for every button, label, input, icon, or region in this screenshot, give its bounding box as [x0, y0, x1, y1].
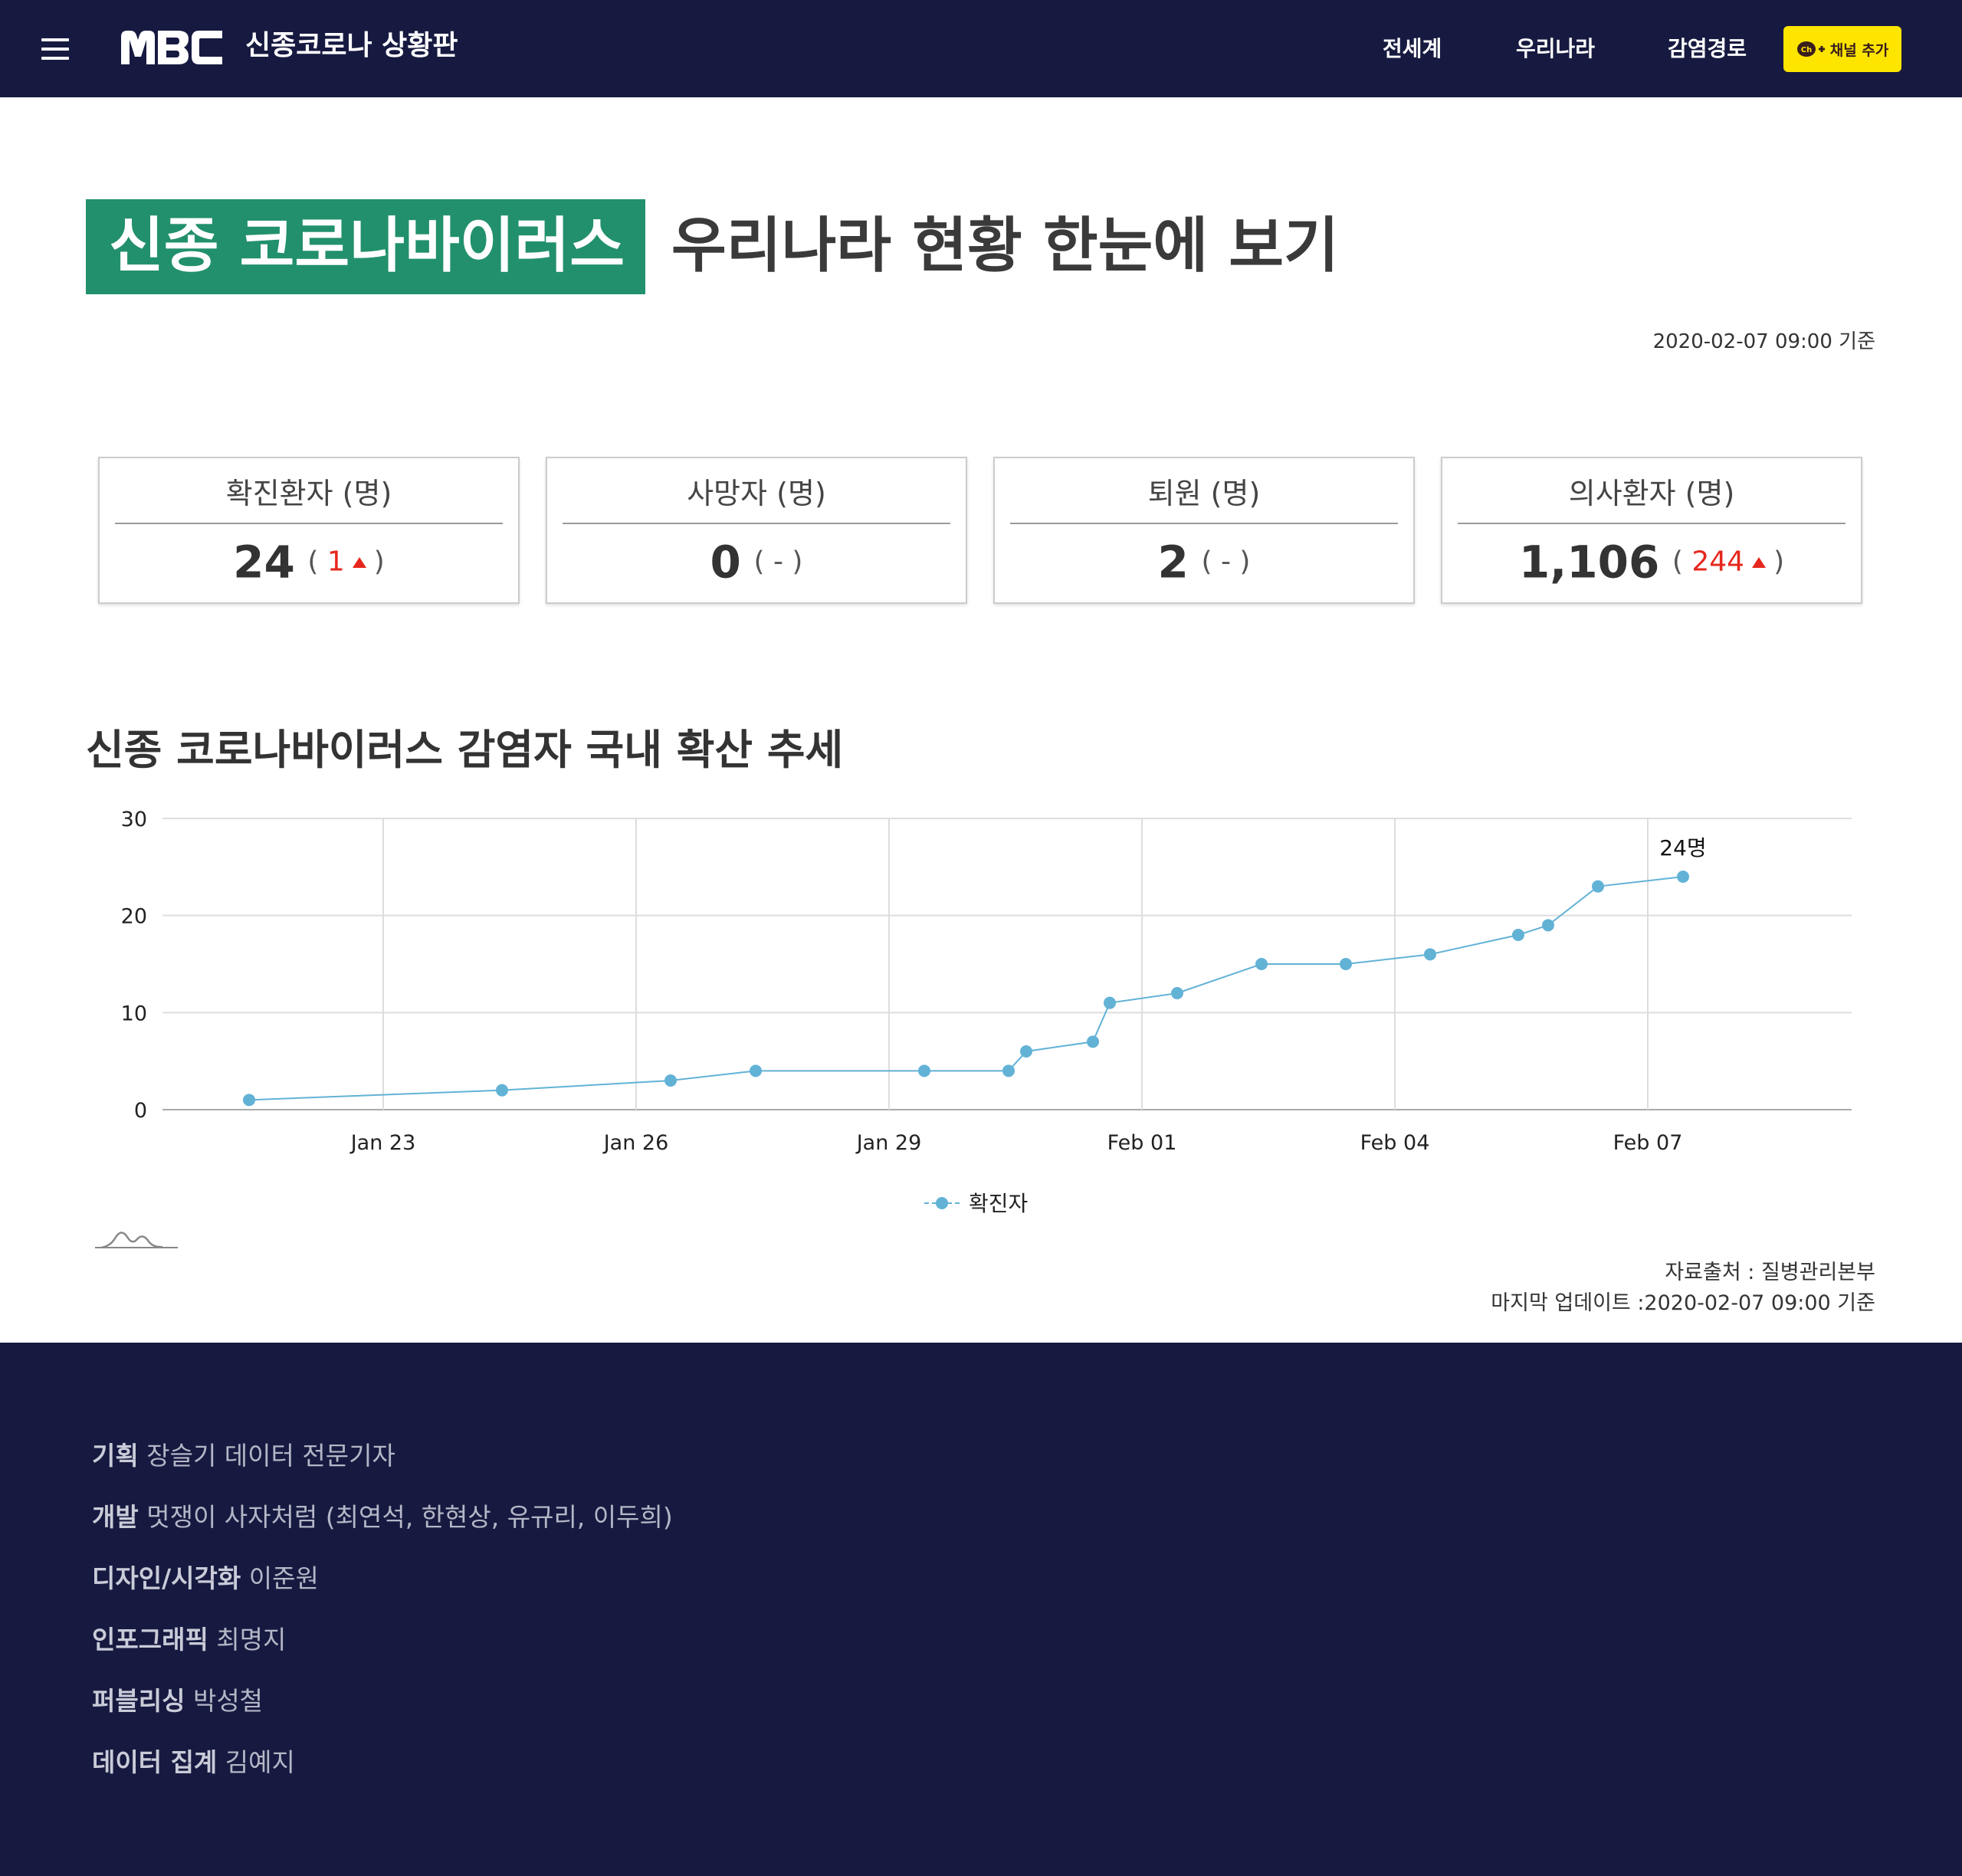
stat-value: 24 — [233, 536, 295, 589]
last-value-label: 24명 — [1659, 835, 1706, 861]
stat-label: 확진환자 (명) — [115, 472, 503, 524]
last-updated: 마지막 업데이트 :2020-02-07 09:00 기준 — [1491, 1291, 1875, 1315]
data-point — [918, 1064, 930, 1077]
up-arrow-icon — [1752, 556, 1767, 568]
stat-value: 2 — [1157, 536, 1189, 589]
hero-highlight-text: 신종 코로나바이러스 — [109, 212, 625, 280]
y-tick-label: 30 — [121, 808, 147, 831]
stat-delta: - — [773, 546, 783, 578]
credit-line: 데이터 집계 김예지 — [92, 1747, 295, 1777]
stat-label: 의사환자 (명) — [1458, 472, 1846, 524]
stat-label: 사망자 (명) — [563, 472, 950, 524]
data-point — [1592, 880, 1604, 893]
legend-marker — [936, 1197, 948, 1209]
stat-value-row: 0 ( - ) — [710, 536, 803, 589]
x-tick-label: Feb 07 — [1613, 1131, 1683, 1155]
kakao-channel-label: 채널 추가 — [1829, 41, 1889, 59]
stat-value-row: 24 ( 1) — [233, 536, 385, 589]
data-point — [1255, 958, 1268, 970]
stat-card-discharged: 퇴원 (명) 2 ( - ) — [993, 457, 1415, 604]
site-title[interactable]: 신종코로나 상황판 — [245, 26, 458, 66]
top-header: 신종코로나 상황판 전세계 우리나라 감염경로 Ch 채널 추가 — [0, 0, 1962, 97]
svg-text:Ch: Ch — [1800, 46, 1811, 54]
stat-delta: 244 — [1691, 546, 1745, 578]
x-tick-label: Jan 23 — [349, 1131, 416, 1155]
credit-line: 디자인/시각화 이준원 — [92, 1563, 319, 1593]
stat-card-confirmed: 확진환자 (명) 24 ( 1) — [98, 457, 520, 604]
data-point — [750, 1064, 762, 1077]
stat-value: 0 — [710, 536, 741, 589]
data-point — [1340, 958, 1352, 970]
stat-value: 1,106 — [1518, 536, 1660, 589]
trend-line-chart: 0 10 20 30 Jan 23 Jan 26 Jan 29 Feb 01 Feb 04 Feb… — [121, 808, 1852, 1216]
data-point — [1677, 871, 1689, 883]
x-tick-label: Feb 04 — [1360, 1131, 1430, 1155]
series-line — [248, 876, 1684, 1101]
legend-label: 확진자 — [969, 1191, 1028, 1216]
stat-delta: - — [1220, 546, 1231, 578]
credits-footer: 기획 장슬기 데이터 전문기자 개발 멋쟁이 사자처럼 (최연석, 한현상, 유… — [0, 1343, 1962, 1876]
credit-line: 인포그래픽 최명지 — [92, 1625, 287, 1655]
kakao-channel-add-button[interactable]: Ch 채널 추가 — [1783, 26, 1901, 72]
data-timestamp: 2020-02-07 09:00 기준 — [1652, 330, 1875, 353]
hamburger-menu-icon[interactable] — [41, 38, 69, 60]
data-point — [1424, 948, 1436, 961]
chart-title: 신종 코로나바이러스 감염자 국내 확산 추세 — [86, 726, 844, 774]
y-tick-label: 20 — [121, 905, 147, 929]
data-point — [1020, 1045, 1032, 1058]
data-point — [1087, 1035, 1099, 1048]
stat-delta: 1 — [326, 546, 345, 578]
stat-value-row: 1,106 ( 244) — [1518, 536, 1785, 589]
y-tick-label: 10 — [121, 1002, 147, 1025]
data-point — [1171, 987, 1183, 999]
hero-highlight-box: 신종 코로나바이러스 — [86, 199, 645, 294]
credit-line: 퍼블리싱 박성철 — [92, 1686, 264, 1716]
data-point — [664, 1074, 677, 1087]
data-point — [496, 1084, 508, 1097]
x-tick-label: Feb 01 — [1107, 1131, 1177, 1155]
data-point — [1104, 996, 1116, 1009]
kakao-channel-icon: Ch — [1796, 41, 1825, 57]
hero-title: 우리나라 현황 한눈에 보기 — [671, 212, 1339, 280]
y-tick-label: 0 — [134, 1099, 147, 1123]
chart-type-line-icon[interactable] — [94, 1225, 179, 1251]
nav-korea[interactable]: 우리나라 — [1516, 34, 1595, 64]
stat-label: 퇴원 (명) — [1010, 472, 1398, 524]
nav-infection-route[interactable]: 감염경로 — [1668, 34, 1747, 64]
stat-value-row: 2 ( - ) — [1157, 536, 1251, 589]
mbc-logo[interactable] — [121, 31, 222, 64]
nav-world[interactable]: 전세계 — [1383, 34, 1442, 64]
up-arrow-icon — [352, 556, 366, 568]
stat-card-deaths: 사망자 (명) 0 ( - ) — [546, 457, 967, 604]
stat-card-suspected: 의사환자 (명) 1,106 ( 244) — [1441, 457, 1862, 604]
data-point — [243, 1094, 255, 1107]
x-tick-label: Jan 29 — [855, 1131, 922, 1155]
credit-line: 개발 멋쟁이 사자처럼 (최연석, 한현상, 유규리, 이두희) — [92, 1502, 673, 1532]
data-point — [1542, 919, 1554, 932]
data-point — [1002, 1064, 1015, 1077]
data-point — [1512, 929, 1524, 941]
credit-line: 기획 장슬기 데이터 전문기자 — [92, 1441, 395, 1471]
x-tick-label: Jan 26 — [602, 1131, 669, 1155]
data-source: 자료출처 : 질병관리본부 — [1665, 1261, 1875, 1284]
